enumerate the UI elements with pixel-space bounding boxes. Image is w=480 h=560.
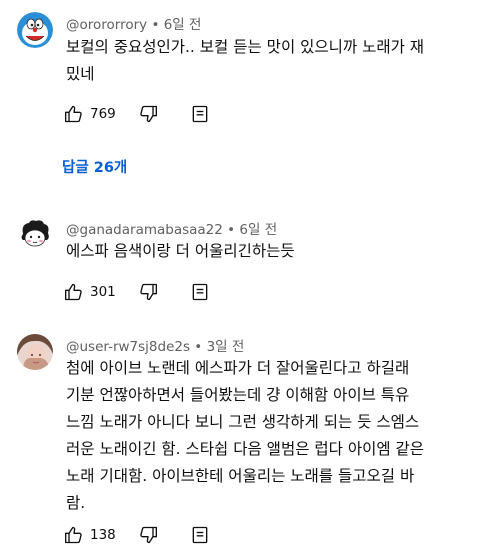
- reply-button[interactable]: [188, 102, 212, 126]
- like-count: 769: [90, 106, 116, 122]
- thumbs-down-icon: [140, 283, 157, 301]
- comment-actions: 769: [62, 102, 212, 126]
- comment-meta: @user-rw7sj8de2s • 3일 전: [66, 339, 245, 355]
- like-button[interactable]: [62, 523, 86, 547]
- comment-2: @ganadaramabasaa22 • 6일 전 에스파 음색이랑 더 어울리…: [0, 210, 480, 310]
- comment-time[interactable]: 6일 전: [239, 222, 277, 238]
- like-button[interactable]: [62, 280, 86, 304]
- thumbs-down-icon: [140, 526, 157, 544]
- like-count: 138: [90, 527, 116, 543]
- comment-time[interactable]: 6일 전: [164, 17, 202, 33]
- comment-author[interactable]: @user-rw7sj8de2s: [66, 339, 190, 355]
- comment-meta: @orororrory • 6일 전: [66, 17, 202, 33]
- comment-actions: 301: [62, 280, 212, 304]
- dislike-button[interactable]: [136, 523, 160, 547]
- doraemon-avatar-icon: [17, 12, 53, 48]
- photo-avatar-icon: [17, 334, 53, 370]
- view-replies-button[interactable]: 답글 26개: [62, 156, 127, 177]
- reply-button[interactable]: [188, 523, 212, 547]
- reply-comment-icon: [192, 526, 208, 544]
- comment-1: @orororrory • 6일 전 보컬의 중요성인가.. 보컬 듣는 맛이 …: [0, 0, 480, 190]
- comment-text: 첨에 아이브 노랜데 에스파가 더 잘어울린다고 하길래 기분 언짢아하면서 들…: [66, 359, 425, 512]
- comment-3: @user-rw7sj8de2s • 3일 전 첨에 아이브 노랜데 에스파가 …: [0, 324, 480, 560]
- like-button[interactable]: [62, 102, 86, 126]
- comment-actions: 138: [62, 523, 212, 547]
- avatar[interactable]: [17, 12, 53, 48]
- avatar[interactable]: [17, 216, 53, 252]
- comment-text: 보컬의 중요성인가.. 보컬 듣는 맛이 있으니까 노래가 재 밌네: [66, 38, 425, 83]
- like-count: 301: [90, 284, 116, 300]
- comment-time[interactable]: 3일 전: [207, 339, 245, 355]
- dislike-button[interactable]: [136, 102, 160, 126]
- comment-meta: @ganadaramabasaa22 • 6일 전: [66, 222, 278, 238]
- reply-button[interactable]: [188, 280, 212, 304]
- comment-text: 에스파 음색이랑 더 어울리긴하는듯: [66, 242, 295, 260]
- comment-author[interactable]: @orororrory: [66, 17, 147, 33]
- thumbs-up-icon: [65, 105, 82, 123]
- reply-comment-icon: [192, 283, 208, 301]
- comment-author[interactable]: @ganadaramabasaa22: [66, 222, 223, 238]
- reply-comment-icon: [192, 105, 208, 123]
- thumbs-up-icon: [65, 526, 82, 544]
- avatar[interactable]: [17, 334, 53, 370]
- thumbs-down-icon: [140, 105, 157, 123]
- thumbs-up-icon: [65, 283, 82, 301]
- cartoon-avatar-icon: [17, 216, 53, 252]
- dislike-button[interactable]: [136, 280, 160, 304]
